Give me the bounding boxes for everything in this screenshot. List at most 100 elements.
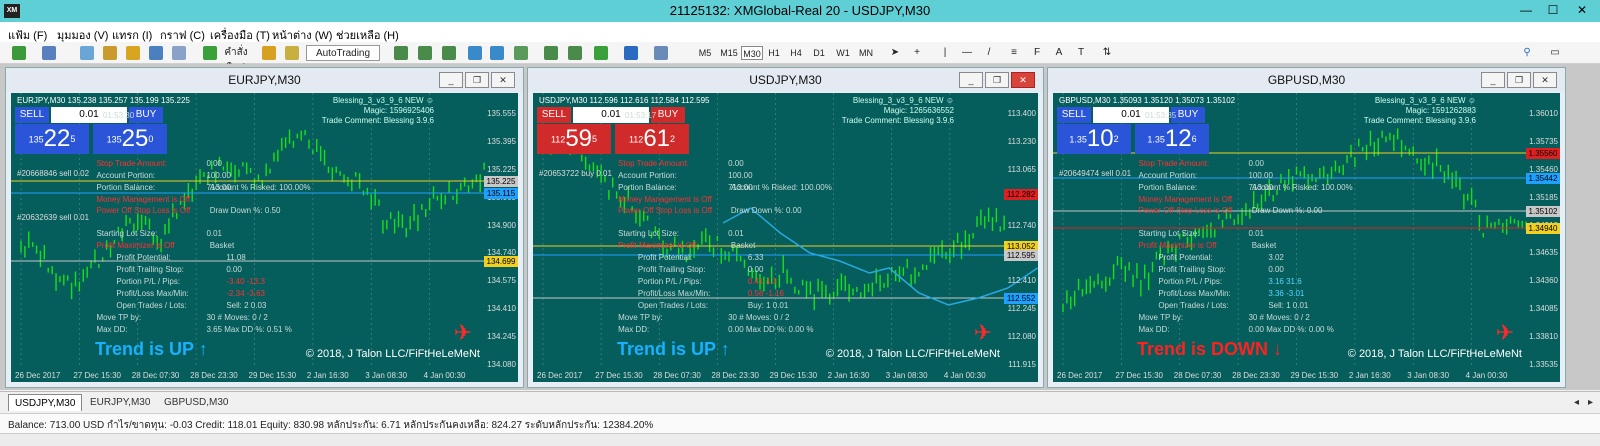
minimize-icon[interactable]: — — [1518, 2, 1534, 18]
periods-icon[interactable] — [624, 46, 638, 60]
price-axis-label: 113.065 — [1007, 164, 1036, 174]
minimize-icon[interactable]: _ — [959, 72, 983, 88]
new-order-icon[interactable] — [203, 46, 217, 60]
tf-w1[interactable]: W1 — [834, 46, 852, 60]
sell-price[interactable]: 1.35102 — [1057, 124, 1131, 154]
time-axis-label: 26 Dec 2017 — [15, 371, 61, 380]
stat-value: 3.16 31.6 — [1268, 277, 1302, 286]
bar-chart-icon[interactable] — [394, 46, 408, 60]
price-chart[interactable]: GBPUSD,M30 1.35093 1.35120 1.35073 1.351… — [1053, 93, 1560, 382]
copyright-text: © 2018, J Talon LLC/FiFtHeLeMeNt — [1347, 348, 1522, 360]
chart-shift-icon[interactable] — [568, 46, 582, 60]
price-axis-label: 113.400 — [1007, 109, 1036, 118]
sell-button[interactable]: SELL — [537, 107, 571, 123]
tf-h4[interactable]: H4 — [788, 46, 804, 60]
stat-label: Profit Potential: — [1158, 253, 1213, 262]
minimize-icon[interactable]: _ — [439, 72, 463, 88]
drawdown: Draw Down %: 0.50 — [209, 206, 281, 215]
tf-mn[interactable]: MN — [856, 46, 876, 60]
price-chart[interactable]: USDJPY,M30 112.596 112.616 112.584 112.5… — [533, 93, 1038, 382]
text-label-icon[interactable]: T — [1074, 45, 1088, 61]
metaeditor-icon[interactable] — [262, 46, 276, 60]
close-icon[interactable]: ✕ — [1011, 72, 1035, 88]
stat-label: Max DD: — [96, 325, 128, 334]
minimize-icon[interactable]: _ — [1481, 72, 1505, 88]
terminal-icon[interactable] — [149, 46, 163, 60]
tf-m5[interactable]: M5 — [696, 46, 714, 60]
stat-value: Sell: 1 0.01 — [1268, 301, 1309, 310]
server-time: 01:53:35 — [1145, 111, 1177, 120]
stat-value: 3.02 — [1268, 253, 1284, 262]
scroll-right-icon[interactable]: ▸ — [1582, 394, 1599, 411]
price-axis-label: 111.915 — [1008, 360, 1036, 369]
auto-scroll-icon[interactable] — [544, 46, 558, 60]
trendline-icon[interactable]: / — [982, 45, 996, 61]
crosshair-icon[interactable]: + — [910, 45, 924, 61]
menu-bar: แฟ้ม (F) มุมมอง (V) แทรก (I) กราฟ (C) เค… — [0, 22, 1600, 42]
sell-button[interactable]: SELL — [15, 107, 49, 123]
maximize-icon[interactable]: ☐ — [1545, 2, 1561, 18]
tester-icon[interactable] — [172, 46, 186, 60]
tf-h1[interactable]: H1 — [766, 46, 782, 60]
line-chart-icon[interactable] — [442, 46, 456, 60]
sell-price[interactable]: 135225 — [15, 124, 89, 154]
price-chart[interactable]: EURJPY,M30 135.238 135.257 135.199 135.2… — [11, 93, 518, 382]
text-icon[interactable]: A — [1052, 45, 1066, 61]
time-axis-label: 28 Dec 23:30 — [711, 371, 759, 380]
buy-price[interactable]: 112612 — [615, 124, 689, 154]
autotrading-button[interactable]: AutoTrading — [306, 45, 380, 61]
trend-indicator: Trend is DOWN ↓ — [1137, 339, 1283, 359]
channel-icon[interactable]: ≡ — [1006, 45, 1022, 61]
new-order-button[interactable]: คำสั่งใหม่ — [218, 45, 254, 74]
tab-eurjpy[interactable]: EURJPY,M30 — [84, 394, 156, 411]
buy-price[interactable]: 1.35126 — [1135, 124, 1209, 154]
signals-icon[interactable] — [285, 46, 299, 60]
stat-label: Portion P/L / Pips: — [637, 277, 702, 286]
zoom-in-icon[interactable] — [468, 46, 482, 60]
vertical-line-icon[interactable]: | — [938, 45, 952, 61]
arrows-icon[interactable]: ⇅ — [1098, 45, 1116, 61]
restore-icon[interactable]: ❐ — [1507, 72, 1531, 88]
sell-button[interactable]: SELL — [1057, 107, 1091, 123]
restore-icon[interactable]: ❐ — [985, 72, 1009, 88]
ea-comment: Trade Comment: Blessing 3.9.6 — [321, 116, 434, 125]
time-axis-label: 27 Dec 15:30 — [1115, 371, 1163, 380]
airplane-icon: ✈ — [1495, 320, 1514, 345]
chart-window-gbpusd[interactable]: GBPUSD,M30 _ ❐ ✕ GBPUSD,M30 1.35093 1.35… — [1047, 67, 1566, 388]
close-icon[interactable]: ✕ — [1574, 2, 1590, 18]
tab-gbpusd[interactable]: GBPUSD,M30 — [158, 394, 234, 411]
bottom-strip — [0, 433, 1600, 446]
horizontal-line-icon[interactable]: — — [960, 45, 974, 61]
data-window-icon[interactable] — [103, 46, 117, 60]
price-axis-label: 1.33535 — [1529, 360, 1558, 369]
buy-price[interactable]: 135250 — [93, 124, 167, 154]
indicators-icon[interactable] — [594, 46, 608, 60]
chart-window-eurjpy[interactable]: EURJPY,M30 _ ❐ ✕ EURJPY,M30 135.238 135.… — [5, 67, 524, 388]
close-icon[interactable]: ✕ — [1533, 72, 1557, 88]
close-icon[interactable]: ✕ — [491, 72, 515, 88]
new-chart-icon[interactable] — [12, 46, 26, 60]
search-icon[interactable]: ⚲ — [1520, 45, 1534, 61]
chart-window-usdjpy[interactable]: USDJPY,M30 _ ❐ ✕ USDJPY,M30 112.596 112.… — [527, 67, 1044, 388]
restore-icon[interactable]: ❐ — [465, 72, 489, 88]
stat-label: Profit Maximizer is Off — [618, 241, 697, 250]
tab-usdjpy[interactable]: USDJPY,M30 — [8, 394, 83, 411]
chat-icon[interactable]: ▭ — [1548, 45, 1562, 61]
profiles-icon[interactable] — [42, 46, 56, 60]
chart-tabs: USDJPY,M30 EURJPY,M30 GBPUSD,M30 ◂ ▸ — [0, 391, 1600, 413]
fibonacci-icon[interactable]: F — [1030, 45, 1044, 61]
cursor-icon[interactable]: ➤ — [888, 45, 902, 61]
candlestick-icon[interactable] — [418, 46, 432, 60]
tf-m30[interactable]: M30 — [741, 46, 763, 60]
navigator-icon[interactable] — [126, 46, 140, 60]
price-tag: 135.225 — [484, 176, 518, 187]
zoom-out-icon[interactable] — [490, 46, 504, 60]
stat-label: Money Management is Off — [1138, 195, 1233, 204]
price-tag: 112.552 — [1004, 293, 1038, 304]
tf-m15[interactable]: M15 — [718, 46, 740, 60]
templates-icon[interactable] — [654, 46, 668, 60]
tf-d1[interactable]: D1 — [811, 46, 827, 60]
sell-price[interactable]: 112595 — [537, 124, 611, 154]
market-watch-icon[interactable] — [80, 46, 94, 60]
tile-windows-icon[interactable] — [514, 46, 528, 60]
